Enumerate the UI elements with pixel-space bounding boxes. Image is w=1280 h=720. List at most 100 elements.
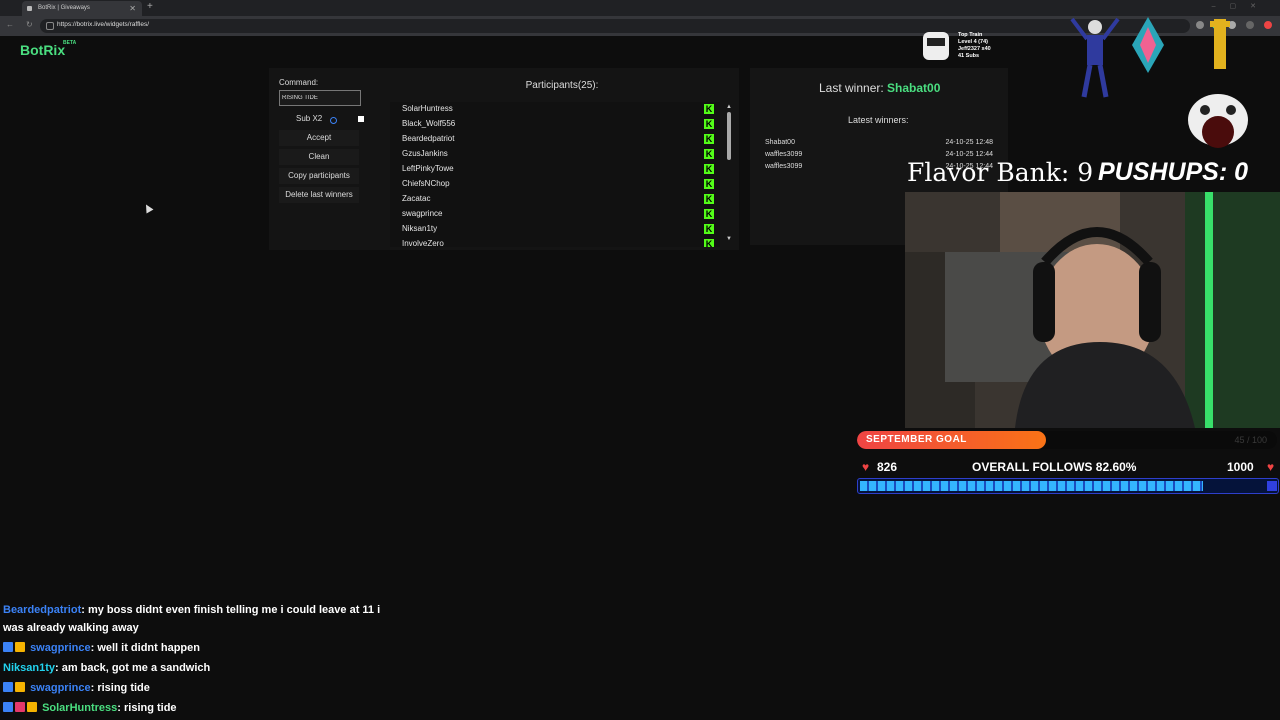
kick-icon: K	[704, 104, 714, 114]
participant-name: LeftPinkyTowe	[402, 164, 454, 173]
pushups-counter: PUSHUPS: 0	[1098, 158, 1249, 186]
chat-text: : my boss didnt even finish telling me i…	[81, 604, 381, 616]
participant-name: Zacatac	[402, 194, 431, 203]
clean-button[interactable]: Clean	[279, 149, 359, 165]
train-icon	[923, 32, 949, 60]
address-bar[interactable]: https://botrix.live/widgets/raffles/	[40, 19, 1190, 33]
info-icon[interactable]	[330, 117, 337, 124]
kick-icon: K	[704, 194, 714, 204]
participant-name: InvolveZero	[402, 239, 444, 247]
kick-icon: K	[704, 209, 714, 219]
train-line: 41 Subs	[958, 53, 980, 59]
kick-icon: K	[704, 179, 714, 189]
chat-message: SolarHuntress: rising tide	[3, 702, 177, 714]
botrix-logo[interactable]: BotRix	[20, 42, 65, 58]
skull-mascot-icon	[1188, 94, 1248, 148]
dancing-figure-icon	[1070, 17, 1120, 98]
participant-name: Beardedpatriot	[402, 134, 455, 143]
kick-icon: K	[704, 164, 714, 174]
kick-icon: K	[704, 149, 714, 159]
goal-count: 45 / 100	[1234, 435, 1267, 445]
chat-text: was already walking away	[3, 622, 139, 634]
sub-badge-icon	[3, 682, 13, 692]
beta-badge: BETA	[63, 40, 77, 46]
last-winner-name: Shabat00	[887, 81, 941, 95]
accept-button[interactable]: Accept	[279, 130, 359, 146]
participant-name: Black_Wolf556	[402, 119, 456, 128]
chat-text: : am back, got me a sandwich	[54, 662, 211, 674]
participant-name: SolarHuntress	[402, 104, 453, 113]
follows-progress-fill	[860, 481, 1203, 491]
kick-icon: K	[704, 134, 714, 144]
winner-date: 24-10-25 12:48	[945, 139, 993, 146]
kick-icon: K	[704, 224, 714, 234]
window-controls[interactable]: –▢✕	[1212, 2, 1270, 10]
train-line: Top Train	[958, 32, 983, 38]
chat-text: : well it didnt happen	[90, 642, 200, 654]
follows-bar-end	[1267, 481, 1277, 491]
chat-username: Beardedpatriot	[3, 604, 82, 616]
scroll-down-icon[interactable]: ▼	[726, 236, 732, 242]
chat-message: swagprince: rising tide	[3, 682, 150, 694]
delete-last-winners-button[interactable]: Delete last winners	[279, 187, 359, 203]
favicon-icon	[27, 6, 32, 11]
sub-x2-checkbox[interactable]	[358, 116, 364, 122]
chat-text: : rising tide	[90, 682, 150, 694]
extension-icon[interactable]	[1196, 21, 1204, 29]
train-line: Level 4 (74)	[958, 39, 988, 45]
chat-message: was already walking away	[3, 622, 139, 634]
participant-name: swagprince	[402, 209, 443, 218]
tab-title: BotRix | Giveaways	[38, 5, 90, 11]
follows-progress-bar	[857, 478, 1279, 494]
participant-name: ChiefsNChop	[402, 179, 450, 188]
chat-text: : rising tide	[117, 702, 177, 714]
chat-username: Niksan1ty	[3, 662, 55, 674]
close-tab-icon[interactable]: ✕	[129, 1, 136, 16]
winner-row: Shabat00 24-10-25 12:48	[765, 139, 993, 151]
chat-username: SolarHuntress	[42, 702, 118, 714]
gift-badge-icon	[15, 642, 25, 652]
lock-icon	[46, 22, 54, 30]
reload-icon[interactable]: ↻	[26, 20, 33, 29]
menu-icon[interactable]	[1246, 21, 1254, 29]
goal-label: SEPTEMBER GOAL	[866, 434, 967, 445]
moderator-badge-icon	[15, 702, 25, 712]
participant-name: GzusJankins	[402, 149, 448, 158]
kick-icon: K	[704, 239, 714, 247]
copy-participants-button[interactable]: Copy participants	[279, 168, 359, 184]
participants-list[interactable]: SolarHuntress Black_Wolf556 Beardedpatri…	[390, 102, 720, 247]
gift-badge-icon	[27, 702, 37, 712]
heart-icon: ♥	[1267, 460, 1275, 474]
winner-name: Shabat00	[765, 139, 795, 146]
sub-x2-label: Sub X2	[296, 114, 323, 123]
winner-date: 24-10-25 12:44	[945, 151, 993, 158]
chat-message: Beardedpatriot: my boss didnt even finis…	[3, 604, 380, 616]
command-label: Command:	[279, 78, 319, 87]
participants-title: Participants(25):	[525, 80, 599, 91]
top-train-info: Top Train Level 4 (74) Jeff2327 x40 41 S…	[958, 32, 991, 60]
chat-username: swagprince	[30, 642, 91, 654]
latest-winners-title: Latest winners:	[848, 115, 909, 125]
browser-tabbar: BotRix | Giveaways ✕ + –▢✕	[0, 0, 1280, 16]
last-winner: Last winner: Shabat00	[819, 81, 940, 95]
scroll-up-icon[interactable]: ▲	[726, 104, 732, 110]
follows-row: ♥ 826 OVERALL FOLLOWS 82.60% 1000 ♥	[857, 460, 1277, 474]
scrollbar-thumb[interactable]	[727, 112, 731, 160]
winner-name: waffles3099	[765, 151, 803, 158]
command-input[interactable]	[279, 90, 361, 106]
back-icon[interactable]: ←	[6, 20, 14, 29]
extension-icon[interactable]	[1264, 21, 1272, 29]
follows-label: OVERALL FOLLOWS 82.60%	[972, 460, 1137, 474]
new-tab-button[interactable]: +	[147, 1, 153, 12]
train-line: Jeff2327 x40	[958, 46, 991, 52]
winner-name: waffles3099	[765, 163, 803, 170]
chat-message: swagprince: well it didnt happen	[3, 642, 200, 654]
follows-start: 826	[877, 460, 898, 474]
flavor-bank-counter: Flavor Bank: 9	[907, 158, 1094, 187]
browser-tab[interactable]: BotRix | Giveaways ✕	[22, 1, 142, 16]
url-text: https://botrix.live/widgets/raffles/	[57, 21, 150, 28]
sub-badge-icon	[3, 642, 13, 652]
sub-badge-icon	[3, 702, 13, 712]
crystal-logo-icon	[1132, 17, 1164, 73]
mouse-cursor-icon	[142, 202, 154, 214]
